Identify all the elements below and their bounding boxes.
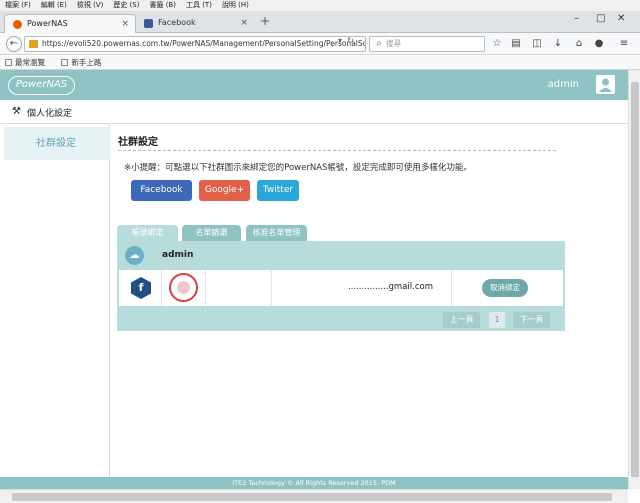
new-tab-button[interactable]: + [260,14,270,28]
bookmark-icon [61,59,69,66]
browser-navbar: ← https://evoli520.powernas.com.tw/Power… [0,33,640,55]
browser-menubar: 檔案 (F) 編輯 (E) 檢視 (V) 歷史 (S) 書籤 (B) 工具 (T… [0,0,640,11]
tab-label: PowerNAS [27,19,68,28]
bookmark-most-visited[interactable]: 最常瀏覽 [5,58,45,67]
tab-account-binding[interactable]: 帳號綁定 [117,225,178,241]
page-title: 個人化設定 [27,109,73,119]
dropdown-and-reload-icons[interactable]: ▾ ↻ [338,36,354,45]
main-content: 社群設定 ※小提醒：可點選以下社群圖示來綁定您的PowerNAS帳號，設定完成即… [110,125,628,477]
bookmarks-bar: 最常瀏覽 新手上路 [0,56,640,70]
minimize-icon[interactable]: – [574,13,579,24]
provider-cell: f [119,270,162,306]
scrollbar-thumb[interactable] [12,493,612,501]
name-cell [206,270,272,306]
close-icon[interactable]: × [121,15,129,33]
menu-file[interactable]: 檔案 (F) [5,0,31,11]
page-header: ⚒ 個人化設定 [0,100,628,124]
google-plus-bind-button[interactable]: Google+ [199,180,250,201]
home-icon[interactable]: ⌂ [572,37,586,51]
tab-powernas[interactable]: PowerNAS × [4,14,136,33]
tab-approved-list[interactable]: 核准名單管理 [246,225,307,241]
menu-bookmarks[interactable]: 書籤 (B) [149,0,176,11]
prev-page-button[interactable]: 上一頁 [443,312,480,328]
pocket-icon[interactable]: ◫ [530,37,544,51]
search-placeholder: 搜尋 [386,39,401,48]
header-username[interactable]: admin [548,79,579,90]
account-email: ...............gmail.com [348,282,433,292]
page-number[interactable]: 1 [489,312,505,328]
search-input[interactable]: 搜尋 [369,36,485,52]
twitter-bind-button[interactable]: Twitter [257,180,299,201]
powernas-logo[interactable]: PowerNAS [8,76,75,95]
menu-tools[interactable]: 工具 (T) [186,0,212,11]
panel-username: admin [162,250,194,260]
firefox-icon [13,20,22,29]
star-icon[interactable]: ☆ [490,37,504,51]
bookmark-getting-started[interactable]: 新手上路 [61,58,101,67]
facebook-icon: f [131,277,151,299]
bookmark-label: 最常瀏覽 [15,58,45,67]
window-close-icon[interactable]: ✕ [617,13,625,24]
bookmark-icon [5,59,12,66]
section-title: 社群設定 [118,137,158,148]
maximize-icon[interactable]: □ [596,13,605,24]
user-icon[interactable] [596,75,615,94]
menu-view[interactable]: 檢視 (V) [77,0,103,11]
menu-history[interactable]: 歷史 (S) [113,0,139,11]
scrollbar-thumb[interactable] [631,82,639,477]
tab-facebook[interactable]: Facebook × [136,14,254,33]
section-divider [118,150,556,151]
menu-help[interactable]: 說明 (H) [222,0,249,11]
app-header: PowerNAS admin [0,70,628,100]
unbind-button[interactable]: 取消綁定 [482,279,528,297]
reading-list-icon[interactable]: ▤ [509,37,523,51]
table-row: f ...............gmail.com 取消綁定 [119,270,563,306]
vertical-scrollbar[interactable] [628,70,640,489]
avatar-cell [162,270,206,306]
search-icon: ⌕ [376,38,382,49]
tools-icon: ⚒ [12,106,21,117]
email-cell: ...............gmail.com [272,270,452,306]
tab-list-filter[interactable]: 名單篩選 [182,225,241,241]
cloud-icon: ☁ [125,246,144,265]
url-bar[interactable]: https://evoli520.powernas.com.tw/PowerNA… [24,36,366,52]
back-icon[interactable]: ← [6,36,22,52]
panel-header: ☁ admin [117,241,565,270]
tab-label: Facebook [158,18,196,27]
sidebar-item-social-settings[interactable]: 社群設定 [4,127,110,160]
facebook-icon [144,19,153,28]
sidebar: 社群設定 [0,125,110,477]
avatar [169,273,198,302]
menu-icon[interactable]: ≡ [617,37,631,51]
url-text: https://evoli520.powernas.com.tw/PowerNA… [42,39,366,48]
download-icon[interactable]: ↓ [551,37,565,51]
next-page-button[interactable]: 下一頁 [513,312,550,328]
horizontal-scrollbar[interactable] [0,489,628,503]
bookmark-label: 新手上路 [71,58,102,67]
chat-icon[interactable]: ● [592,37,606,51]
account-binding-panel: ☁ admin f ...............gmail.com 取消綁定 … [117,241,565,331]
menu-edit[interactable]: 編輯 (E) [41,0,67,11]
footer: ITE2 Technology © All Rights Reserved 20… [0,477,628,489]
close-icon[interactable]: × [240,14,248,32]
facebook-bind-button[interactable]: Facebook [131,180,192,201]
lock-icon [29,40,38,48]
tip-text: ※小提醒：可點選以下社群圖示來綁定您的PowerNAS帳號，設定完成即可使用多樣… [124,163,472,173]
browser-tabbar: PowerNAS × Facebook × [0,11,640,33]
action-cell: 取消綁定 [452,270,563,306]
